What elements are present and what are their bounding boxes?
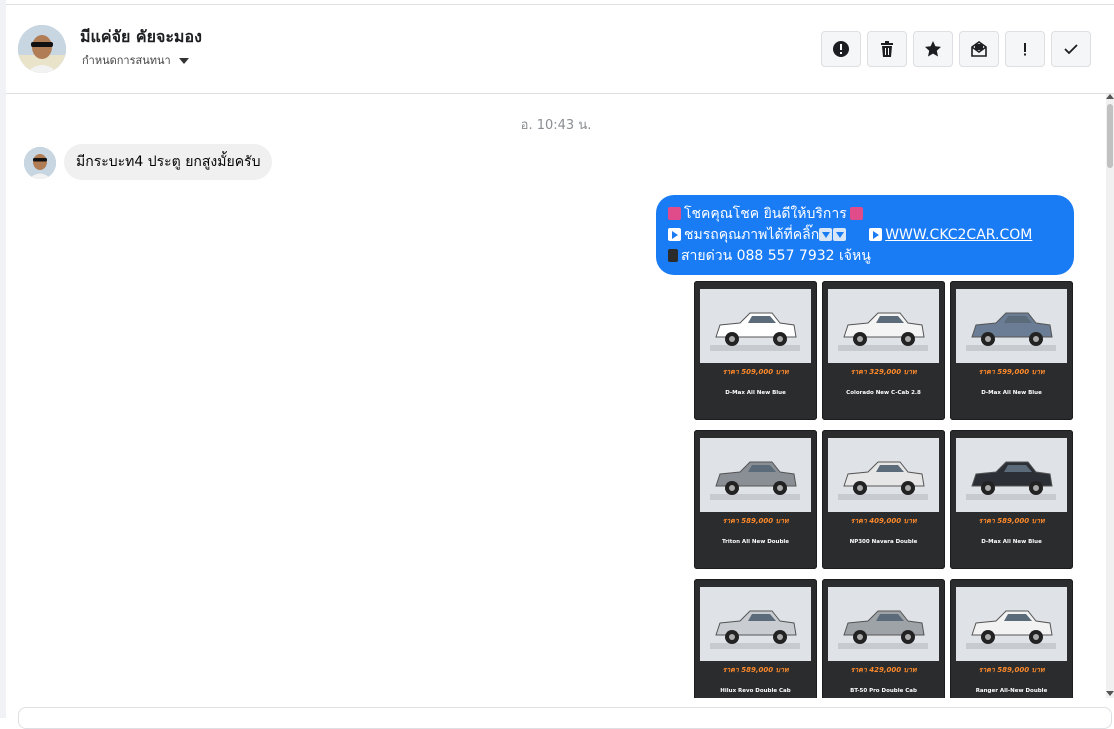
thread-scrollbar[interactable] [1106,94,1114,698]
car-model: BT-50 Pro Double Cab [850,688,917,694]
car-listing-image[interactable]: ราคา 509,000 บาท D-Max All New Blue [694,281,817,420]
car-price: ราคา 429,000 บาท [850,666,917,674]
message-thread[interactable]: อ. 10:43 น. มีกระบะท4 ประตู ยกสูงมั้ยครั… [6,94,1106,698]
sparkle-icon [668,207,681,220]
car-photo [956,587,1067,661]
car-model: Hilux Revo Double Cab [720,688,791,694]
car-price: ราคา 409,000 บาท [850,517,917,525]
car-photo [828,289,939,363]
report-button[interactable] [821,31,861,67]
phone-icon [668,249,678,262]
car-photo [700,438,811,512]
scroll-thumb[interactable] [1107,104,1113,168]
car-photo [700,587,811,661]
arrow-down-icon [833,228,847,241]
car-photo [956,289,1067,363]
car-listing-image[interactable]: ราคา 329,000 บาท Colorado New C-Cab 2.8 [822,281,945,420]
car-listing-image[interactable]: ราคา 599,000 บาท D-Max All New Blue [950,281,1073,420]
conversation-settings-dropdown[interactable]: กำหนดการสนทนา [82,51,189,69]
car-model: D-Max All New Blue [725,390,786,396]
car-listing-image[interactable]: ราคา 409,000 บาท NP300 Navara Double [822,430,945,569]
car-listing-image[interactable]: ราคา 589,000 บาท Triton All New Double [694,430,817,569]
trash-icon [881,41,893,57]
caret-down-icon [178,57,189,64]
arrow-down-icon [819,228,833,241]
play-icon [869,228,883,241]
car-model: Triton All New Double [721,539,790,545]
car-photo [956,438,1067,512]
car-price: ราคา 589,000 บาท [722,666,789,674]
car-listing-image[interactable]: ราคา 589,000 บาท Ranger All-New Double [950,579,1073,698]
car-price: ราคา 329,000 บาท [850,368,917,376]
message-line-3: สายด่วน 088 557 7932 เจ้หนู [668,246,1062,267]
contact-name: มีแค่จัย คัยจะมอง [80,27,202,46]
play-icon [668,228,681,241]
message-line-2: ชมรถคุณภาพได้ที่คลิ๊ก WWW.CKC2CAR.COM [668,225,1062,246]
exclamation-icon [1024,43,1026,56]
car-listing-image[interactable]: ราคา 589,000 บาท Hilux Revo Double Cab [694,579,817,698]
car-listing-image[interactable]: ราคา 429,000 บาท BT-50 Pro Double Cab [822,579,945,698]
contact-avatar[interactable] [18,25,66,73]
delete-button[interactable] [867,31,907,67]
message-composer[interactable] [18,707,1112,729]
car-model: NP300 Navara Double [849,539,918,545]
header-toolbar [821,31,1091,67]
mark-done-button[interactable] [1051,31,1091,67]
car-price: ราคา 589,000 บาท [722,517,789,525]
mark-unread-button[interactable] [959,31,999,67]
star-button[interactable] [913,31,953,67]
message-line-1: โชคคุณโชค ยินดีให้บริการ [668,204,1062,225]
car-model: D-Max All New Blue [981,539,1042,545]
car-price: ราคา 599,000 บาท [978,368,1045,376]
important-button[interactable] [1005,31,1045,67]
car-price: ราคา 589,000 บาท [978,517,1045,525]
car-model: Ranger All-New Double [975,688,1048,694]
car-price: ราคา 589,000 บาท [978,666,1045,674]
car-photo [700,289,811,363]
sparkle-icon [849,207,863,220]
conversation-settings-label: กำหนดการสนทนา [82,54,171,67]
car-model: Colorado New C-Cab 2.8 [846,390,921,396]
conversation-header: มีแค่จัย คัยจะมอง กำหนดการสนทนา [6,5,1114,94]
car-listing-image[interactable]: ราคา 589,000 บาท D-Max All New Blue [950,430,1073,569]
website-link[interactable]: WWW.CKC2CAR.COM [885,227,1032,243]
car-price: ราคา 509,000 บาท [722,368,789,376]
checkmark-icon [1064,44,1078,55]
star-icon [925,41,941,57]
incoming-message-bubble[interactable]: มีกระบะท4 ประตู ยกสูงมั้ยครับ [64,144,273,180]
scroll-up-icon[interactable] [1106,94,1114,99]
car-photo [828,438,939,512]
sender-avatar[interactable] [24,147,56,179]
message-timestamp: อ. 10:43 น. [520,118,592,133]
envelope-open-icon [971,41,987,57]
car-photo [828,587,939,661]
outgoing-message-bubble[interactable]: โชคคุณโชค ยินดีให้บริการ ชมรถคุณภาพได้ที… [656,195,1074,275]
alert-circle-icon [833,41,849,57]
scroll-down-icon[interactable] [1106,691,1114,696]
car-model: D-Max All New Blue [981,390,1042,396]
